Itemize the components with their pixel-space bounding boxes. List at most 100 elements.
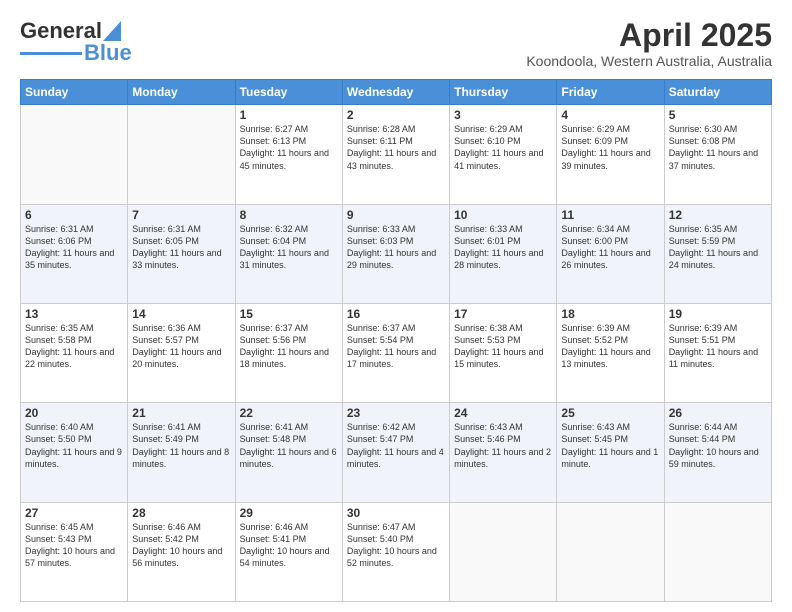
calendar-cell: 21Sunrise: 6:41 AMSunset: 5:49 PMDayligh… <box>128 403 235 502</box>
calendar-week-row: 27Sunrise: 6:45 AMSunset: 5:43 PMDayligh… <box>21 502 772 601</box>
weekday-header-tuesday: Tuesday <box>235 80 342 105</box>
day-number: 19 <box>669 307 767 321</box>
weekday-header-saturday: Saturday <box>664 80 771 105</box>
day-number: 23 <box>347 406 445 420</box>
day-info: Sunrise: 6:43 AMSunset: 5:45 PMDaylight:… <box>561 421 659 470</box>
day-info: Sunrise: 6:46 AMSunset: 5:41 PMDaylight:… <box>240 521 338 570</box>
calendar-cell: 6Sunrise: 6:31 AMSunset: 6:06 PMDaylight… <box>21 204 128 303</box>
day-info: Sunrise: 6:35 AMSunset: 5:59 PMDaylight:… <box>669 223 767 272</box>
day-number: 13 <box>25 307 123 321</box>
day-info: Sunrise: 6:39 AMSunset: 5:52 PMDaylight:… <box>561 322 659 371</box>
header: General Blue April 2025 Koondoola, Weste… <box>20 18 772 69</box>
calendar-cell: 13Sunrise: 6:35 AMSunset: 5:58 PMDayligh… <box>21 303 128 402</box>
day-info: Sunrise: 6:36 AMSunset: 5:57 PMDaylight:… <box>132 322 230 371</box>
day-info: Sunrise: 6:44 AMSunset: 5:44 PMDaylight:… <box>669 421 767 470</box>
day-number: 11 <box>561 208 659 222</box>
weekday-header-sunday: Sunday <box>21 80 128 105</box>
weekday-header-wednesday: Wednesday <box>342 80 449 105</box>
day-info: Sunrise: 6:42 AMSunset: 5:47 PMDaylight:… <box>347 421 445 470</box>
calendar-cell: 7Sunrise: 6:31 AMSunset: 6:05 PMDaylight… <box>128 204 235 303</box>
day-info: Sunrise: 6:27 AMSunset: 6:13 PMDaylight:… <box>240 123 338 172</box>
day-info: Sunrise: 6:32 AMSunset: 6:04 PMDaylight:… <box>240 223 338 272</box>
calendar-week-row: 20Sunrise: 6:40 AMSunset: 5:50 PMDayligh… <box>21 403 772 502</box>
day-number: 9 <box>347 208 445 222</box>
logo-blue: Blue <box>84 40 132 66</box>
calendar-cell <box>557 502 664 601</box>
weekday-header-friday: Friday <box>557 80 664 105</box>
day-info: Sunrise: 6:29 AMSunset: 6:10 PMDaylight:… <box>454 123 552 172</box>
page: General Blue April 2025 Koondoola, Weste… <box>0 0 792 612</box>
calendar-cell: 8Sunrise: 6:32 AMSunset: 6:04 PMDaylight… <box>235 204 342 303</box>
day-info: Sunrise: 6:35 AMSunset: 5:58 PMDaylight:… <box>25 322 123 371</box>
day-info: Sunrise: 6:39 AMSunset: 5:51 PMDaylight:… <box>669 322 767 371</box>
calendar-cell: 24Sunrise: 6:43 AMSunset: 5:46 PMDayligh… <box>450 403 557 502</box>
day-info: Sunrise: 6:30 AMSunset: 6:08 PMDaylight:… <box>669 123 767 172</box>
calendar-cell <box>21 105 128 204</box>
calendar-week-row: 6Sunrise: 6:31 AMSunset: 6:06 PMDaylight… <box>21 204 772 303</box>
calendar-cell: 23Sunrise: 6:42 AMSunset: 5:47 PMDayligh… <box>342 403 449 502</box>
day-info: Sunrise: 6:38 AMSunset: 5:53 PMDaylight:… <box>454 322 552 371</box>
day-number: 14 <box>132 307 230 321</box>
title-block: April 2025 Koondoola, Western Australia,… <box>526 18 772 69</box>
day-info: Sunrise: 6:37 AMSunset: 5:54 PMDaylight:… <box>347 322 445 371</box>
day-info: Sunrise: 6:43 AMSunset: 5:46 PMDaylight:… <box>454 421 552 470</box>
day-info: Sunrise: 6:41 AMSunset: 5:49 PMDaylight:… <box>132 421 230 470</box>
day-info: Sunrise: 6:45 AMSunset: 5:43 PMDaylight:… <box>25 521 123 570</box>
subtitle: Koondoola, Western Australia, Australia <box>526 53 772 69</box>
day-number: 30 <box>347 506 445 520</box>
calendar-cell: 27Sunrise: 6:45 AMSunset: 5:43 PMDayligh… <box>21 502 128 601</box>
calendar-cell: 18Sunrise: 6:39 AMSunset: 5:52 PMDayligh… <box>557 303 664 402</box>
day-number: 7 <box>132 208 230 222</box>
day-number: 20 <box>25 406 123 420</box>
calendar-cell: 4Sunrise: 6:29 AMSunset: 6:09 PMDaylight… <box>557 105 664 204</box>
day-info: Sunrise: 6:28 AMSunset: 6:11 PMDaylight:… <box>347 123 445 172</box>
day-info: Sunrise: 6:37 AMSunset: 5:56 PMDaylight:… <box>240 322 338 371</box>
calendar-cell <box>664 502 771 601</box>
calendar-table: SundayMondayTuesdayWednesdayThursdayFrid… <box>20 79 772 602</box>
day-number: 10 <box>454 208 552 222</box>
calendar-cell: 10Sunrise: 6:33 AMSunset: 6:01 PMDayligh… <box>450 204 557 303</box>
calendar-cell: 22Sunrise: 6:41 AMSunset: 5:48 PMDayligh… <box>235 403 342 502</box>
day-number: 8 <box>240 208 338 222</box>
day-number: 12 <box>669 208 767 222</box>
calendar-cell: 15Sunrise: 6:37 AMSunset: 5:56 PMDayligh… <box>235 303 342 402</box>
weekday-header-row: SundayMondayTuesdayWednesdayThursdayFrid… <box>21 80 772 105</box>
day-number: 6 <box>25 208 123 222</box>
calendar-cell: 3Sunrise: 6:29 AMSunset: 6:10 PMDaylight… <box>450 105 557 204</box>
day-number: 25 <box>561 406 659 420</box>
calendar-cell: 29Sunrise: 6:46 AMSunset: 5:41 PMDayligh… <box>235 502 342 601</box>
day-info: Sunrise: 6:31 AMSunset: 6:06 PMDaylight:… <box>25 223 123 272</box>
calendar-week-row: 13Sunrise: 6:35 AMSunset: 5:58 PMDayligh… <box>21 303 772 402</box>
logo: General Blue <box>20 18 132 66</box>
day-number: 27 <box>25 506 123 520</box>
calendar-cell: 25Sunrise: 6:43 AMSunset: 5:45 PMDayligh… <box>557 403 664 502</box>
day-number: 3 <box>454 108 552 122</box>
calendar-cell: 5Sunrise: 6:30 AMSunset: 6:08 PMDaylight… <box>664 105 771 204</box>
day-number: 18 <box>561 307 659 321</box>
calendar-cell: 28Sunrise: 6:46 AMSunset: 5:42 PMDayligh… <box>128 502 235 601</box>
calendar-cell <box>450 502 557 601</box>
day-number: 26 <box>669 406 767 420</box>
calendar-cell: 2Sunrise: 6:28 AMSunset: 6:11 PMDaylight… <box>342 105 449 204</box>
main-title: April 2025 <box>526 18 772 53</box>
day-info: Sunrise: 6:47 AMSunset: 5:40 PMDaylight:… <box>347 521 445 570</box>
calendar-cell: 9Sunrise: 6:33 AMSunset: 6:03 PMDaylight… <box>342 204 449 303</box>
calendar-cell: 20Sunrise: 6:40 AMSunset: 5:50 PMDayligh… <box>21 403 128 502</box>
day-info: Sunrise: 6:29 AMSunset: 6:09 PMDaylight:… <box>561 123 659 172</box>
day-number: 22 <box>240 406 338 420</box>
calendar-week-row: 1Sunrise: 6:27 AMSunset: 6:13 PMDaylight… <box>21 105 772 204</box>
day-number: 1 <box>240 108 338 122</box>
day-number: 5 <box>669 108 767 122</box>
logo-underline <box>20 52 82 55</box>
day-number: 24 <box>454 406 552 420</box>
day-number: 29 <box>240 506 338 520</box>
day-number: 2 <box>347 108 445 122</box>
day-info: Sunrise: 6:46 AMSunset: 5:42 PMDaylight:… <box>132 521 230 570</box>
logo-triangle-icon <box>103 21 121 41</box>
day-number: 17 <box>454 307 552 321</box>
weekday-header-monday: Monday <box>128 80 235 105</box>
day-info: Sunrise: 6:31 AMSunset: 6:05 PMDaylight:… <box>132 223 230 272</box>
day-number: 28 <box>132 506 230 520</box>
day-number: 4 <box>561 108 659 122</box>
day-info: Sunrise: 6:33 AMSunset: 6:01 PMDaylight:… <box>454 223 552 272</box>
